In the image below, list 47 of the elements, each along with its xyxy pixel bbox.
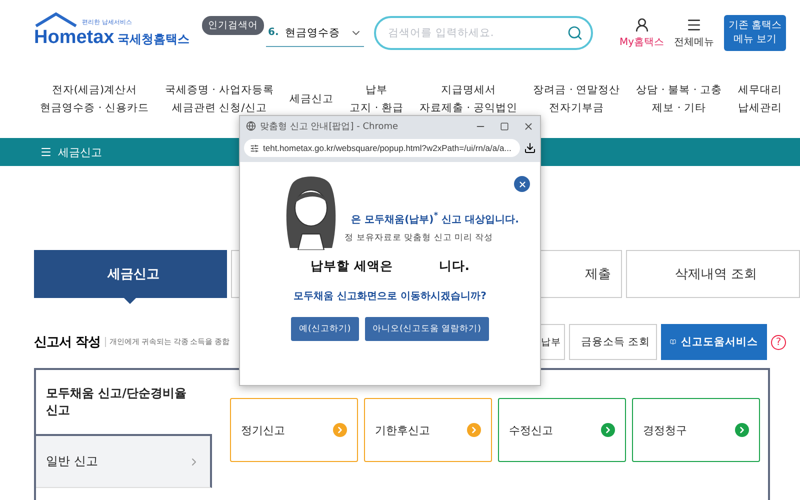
menu-icon	[686, 17, 702, 33]
popup-button[interactable]: 아니오(신고도움 열람하기)	[364, 317, 489, 342]
popular-search-badge: 인기검색어	[202, 16, 264, 35]
nav-item[interactable]: 세무대리 납세관리	[738, 80, 782, 120]
help-icon[interactable]: ?	[771, 334, 786, 350]
nav-item[interactable]: 상담 · 불복 · 고충 제보 · 기타	[636, 80, 722, 120]
notice-line: 은 모두채움(납부)$^{*}$ 신고 대상입니다.	[351, 210, 519, 226]
nav-item[interactable]: 국세증명 · 사업자등록 세금관련 신청/신고	[164, 80, 274, 120]
globe-icon	[246, 121, 256, 131]
download-icon[interactable]	[524, 142, 536, 154]
all-menu-link[interactable]: 전체메뉴	[674, 17, 714, 49]
popup-button[interactable]: 예(신고하기)	[291, 317, 359, 342]
question-link[interactable]: 모두채움 신고화면으로 이동하시겠습니까?	[294, 289, 486, 304]
house-icon	[34, 12, 78, 28]
notice-line: 정 보유자료로 맞춤형 신고 미리 작성	[344, 232, 494, 244]
url-field[interactable]: teht.hometax.go.kr/websquare/popup.html?w2xPath=/ui/rn/a/a/a...	[244, 139, 520, 157]
action-button[interactable]: 신고도움서비스	[661, 324, 767, 360]
amount-label: 납부할 세액은	[310, 258, 393, 276]
report-card[interactable]: 수정신고	[498, 398, 626, 462]
menu-icon[interactable]	[40, 146, 52, 158]
my-hometax-link[interactable]: My홈택스	[619, 17, 664, 49]
person-icon	[634, 17, 650, 33]
search-icon[interactable]	[567, 25, 584, 41]
form-heading: 신고서 작성	[34, 334, 101, 351]
pointer-icon	[124, 298, 136, 304]
logo-name: 국세청홈택스	[117, 30, 190, 48]
side-menu-item[interactable]: 일반 신고	[36, 436, 212, 488]
report-card[interactable]: 정기신고	[230, 398, 358, 462]
close-icon	[518, 180, 526, 188]
close-button[interactable]	[514, 176, 530, 192]
report-card[interactable]: 기한후신고	[364, 398, 492, 462]
nav-item[interactable]: 장려금 · 연말정산 전자기부금	[533, 80, 620, 120]
report-card[interactable]: 경정청구	[632, 398, 760, 462]
maximize-icon[interactable]	[500, 122, 509, 130]
search-field[interactable]: 검색어를 입력하세요.	[374, 16, 594, 50]
nav-item[interactable]: 전자(세금)계산서 현금영수증 · 신용카드	[40, 80, 150, 120]
legacy-menu-button[interactable]: 기존 홈택스 메뉴 보기	[724, 15, 786, 51]
popular-search-select[interactable]: 6. 현금영수증	[266, 20, 364, 46]
section-title: 세금신고	[58, 144, 102, 160]
close-icon[interactable]	[523, 120, 534, 132]
window-title: 맞춤형 신고 안내[팝업] - Chrome	[260, 120, 400, 132]
site-settings-icon[interactable]	[250, 144, 259, 152]
logo-wordmark[interactable]: Hometax	[34, 26, 114, 48]
action-button[interactable]: 금융소득 조회	[569, 324, 657, 360]
tab[interactable]: 세금신고	[34, 250, 227, 298]
tab[interactable]: 삭제내역 조회	[626, 250, 800, 298]
amount-suffix: 니다.	[438, 258, 470, 276]
